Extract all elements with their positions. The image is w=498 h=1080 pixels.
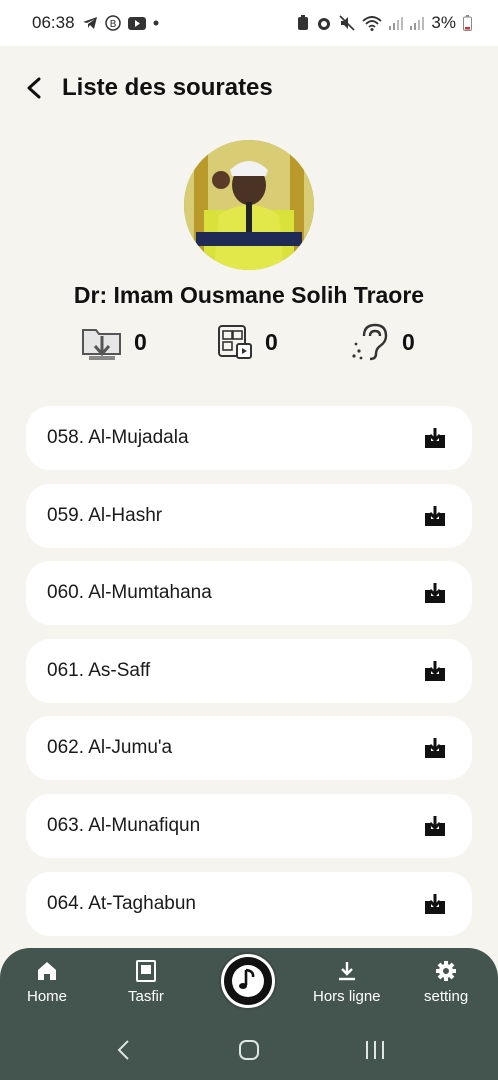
download-icon[interactable] — [422, 735, 448, 761]
system-home-icon — [239, 1040, 259, 1060]
download-icon[interactable] — [422, 580, 448, 606]
download-icon — [336, 958, 358, 984]
sura-item-060[interactable]: 060. Al-Mumtahana — [26, 561, 472, 626]
download-icon[interactable] — [422, 658, 448, 684]
sura-label: 062. Al-Jumu'a — [47, 737, 173, 759]
system-nav-bar — [0, 1020, 498, 1080]
nav-setting[interactable]: setting — [424, 958, 468, 1005]
back-button[interactable] — [20, 68, 48, 108]
youtube-icon — [127, 16, 146, 30]
status-bar: 06:38 B 3% — [0, 0, 498, 46]
status-time: 06:38 — [32, 13, 75, 32]
b-badge-icon: B — [104, 15, 121, 31]
mute-icon — [339, 15, 355, 31]
sura-item-062[interactable]: 062. Al-Jumu'a — [26, 716, 472, 781]
svg-text:B: B — [109, 19, 116, 30]
sura-label: 064. At-Taghabun — [47, 892, 196, 914]
system-recents-button[interactable] — [355, 1030, 395, 1070]
nav-tasfir[interactable]: Tasfir — [128, 958, 164, 1005]
signal-icon — [410, 16, 425, 30]
media-gallery-icon — [218, 325, 252, 359]
sura-item-059[interactable]: 059. Al-Hashr — [26, 483, 472, 548]
battery-saver-icon — [297, 15, 309, 31]
sura-label: 063. Al-Munafiqun — [47, 814, 201, 836]
nav-home[interactable]: Home — [27, 958, 67, 1005]
sura-label: 060. Al-Mumtahana — [47, 582, 212, 604]
stat-media-value: 0 — [265, 328, 278, 355]
alarm-icon — [316, 15, 332, 31]
sura-label: 061. As-Saff — [47, 659, 151, 681]
home-icon — [36, 958, 58, 984]
download-icon[interactable] — [422, 425, 448, 451]
gear-icon — [435, 958, 457, 984]
music-note-icon — [224, 957, 272, 1005]
telegram-icon — [82, 16, 98, 30]
download-icon[interactable] — [422, 503, 448, 529]
imam-name: Dr: Imam Ousmane Solih Traore — [73, 282, 425, 308]
stat-listens: 0 — [350, 322, 415, 362]
battery-icon — [463, 15, 472, 31]
imam-avatar — [184, 140, 314, 270]
sura-list: 058. Al-Mujadala 059. Al-Hashr 060. Al-M… — [26, 406, 472, 949]
nav-tasfir-label: Tasfir — [128, 988, 164, 1005]
stat-media: 0 — [217, 322, 278, 362]
chevron-left-icon — [27, 77, 41, 99]
system-back-icon — [117, 1040, 129, 1060]
stats-row: 0 0 0 — [0, 322, 498, 368]
sura-item-058[interactable]: 058. Al-Mujadala — [26, 406, 472, 470]
page-title: Liste des sourates — [62, 74, 273, 101]
sura-label: 059. Al-Hashr — [47, 504, 163, 526]
nav-home-label: Home — [27, 988, 68, 1005]
dot-icon — [153, 20, 159, 26]
signal-icon — [389, 16, 404, 30]
download-icon[interactable] — [422, 813, 448, 839]
sura-item-064[interactable]: 064. At-Taghabun — [26, 871, 472, 936]
download-icon[interactable] — [422, 891, 448, 917]
stat-downloads: 0 — [80, 322, 147, 362]
hearing-icon — [352, 323, 388, 361]
system-back-button[interactable] — [103, 1030, 143, 1070]
sura-label: 058. Al-Mujadala — [47, 427, 189, 448]
status-left: 06:38 B — [32, 13, 159, 33]
download-folder-icon — [82, 329, 121, 360]
wifi-icon — [362, 15, 383, 31]
nav-hors-ligne[interactable]: Hors ligne — [313, 958, 381, 1005]
nav-hors-ligne-label: Hors ligne — [313, 988, 381, 1005]
center-player-button[interactable] — [219, 952, 277, 1010]
stat-downloads-value: 0 — [134, 328, 147, 355]
battery-percent: 3% — [431, 13, 456, 32]
stat-listens-value: 0 — [402, 328, 415, 355]
system-home-button[interactable] — [229, 1030, 269, 1070]
nav-setting-label: setting — [424, 988, 469, 1005]
status-right: 3% — [297, 13, 472, 33]
book-icon — [135, 958, 156, 984]
system-recents-icon — [366, 1041, 384, 1059]
sura-item-063[interactable]: 063. Al-Munafiqun — [26, 793, 472, 858]
app-header: Liste des sourates — [0, 60, 498, 116]
sura-item-061[interactable]: 061. As-Saff — [26, 638, 472, 703]
